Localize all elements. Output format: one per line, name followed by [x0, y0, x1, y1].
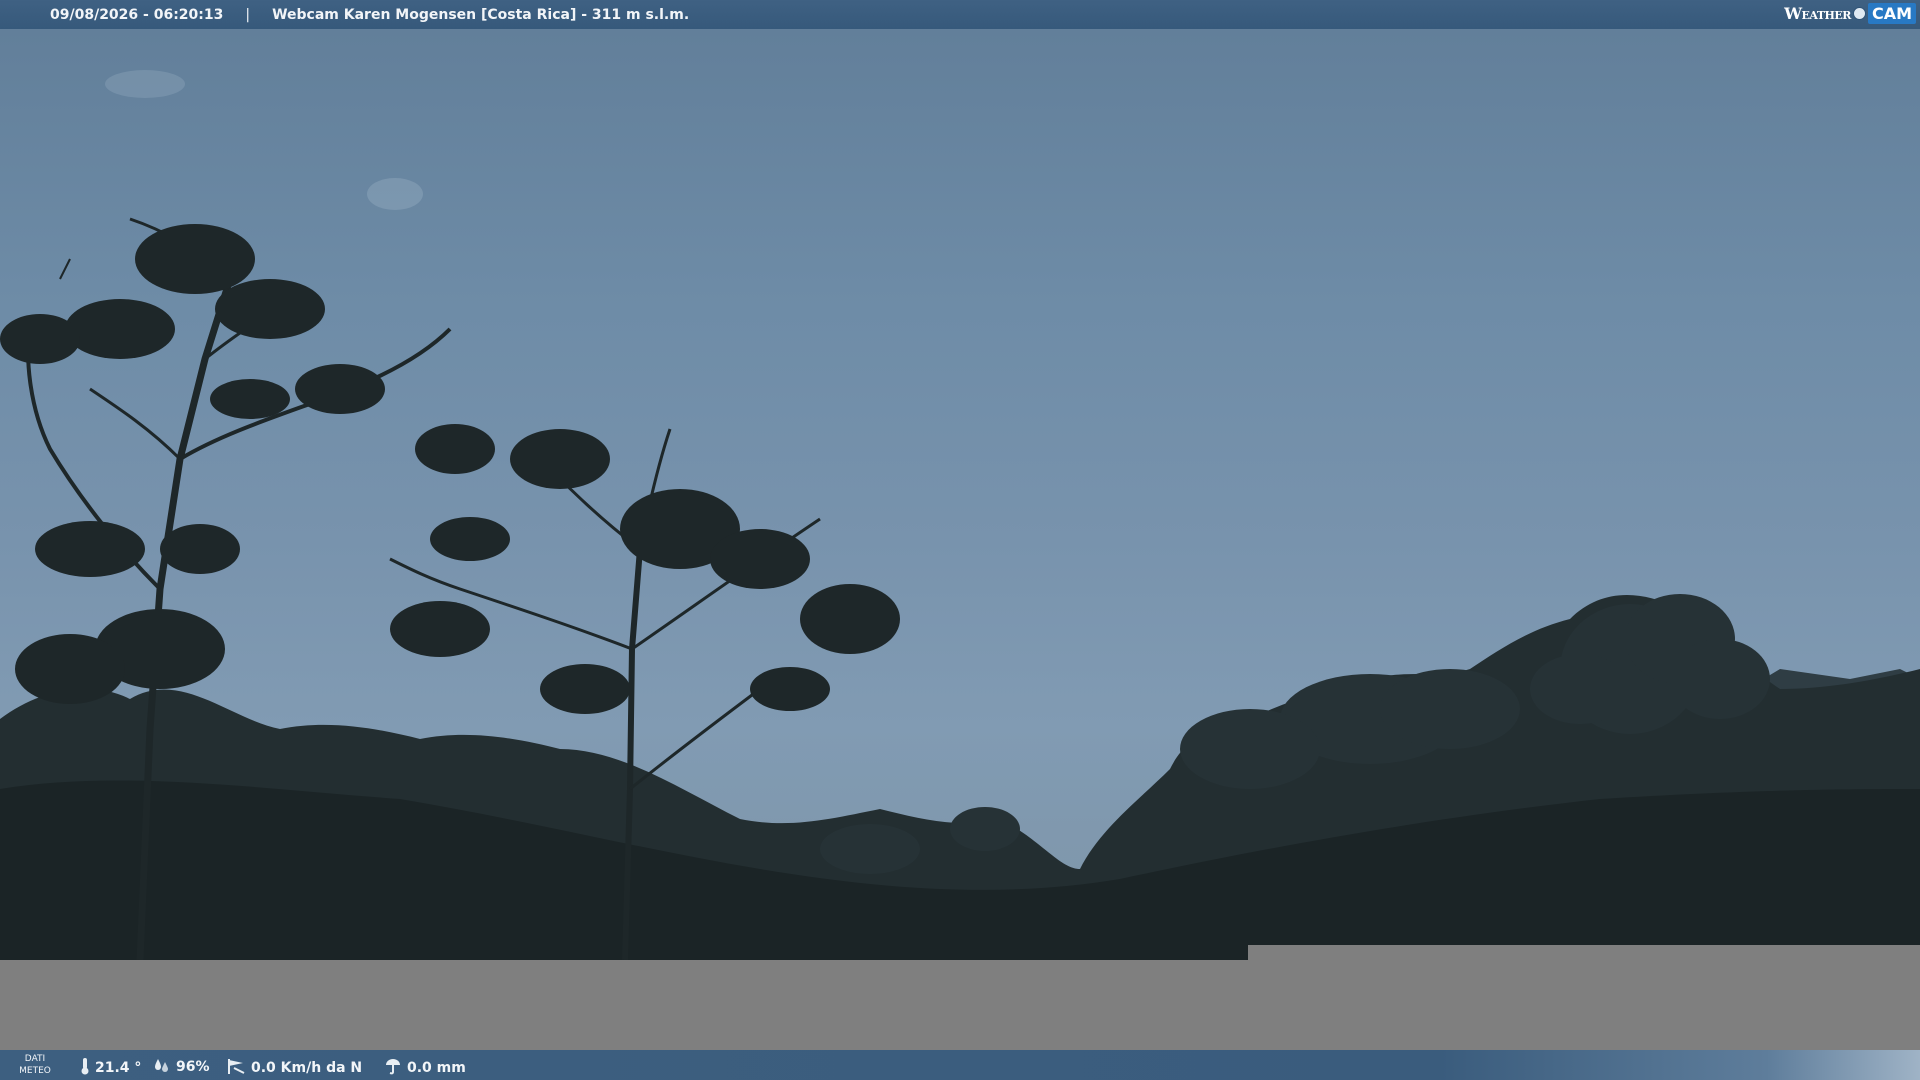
humidity-icon [153, 1057, 171, 1077]
header-bar: 09/08/2026 - 06:20:13 | Webcam Karen Mog… [0, 0, 1920, 29]
webcam-image [0, 29, 1920, 960]
weather-data-label-line1: DATI [24, 1054, 46, 1064]
timestamp: 09/08/2026 - 06:20:13 [50, 6, 224, 23]
humidity-reading: 96% [153, 1057, 210, 1077]
tree-right [1530, 594, 1770, 734]
weathercam-logo[interactable]: Weather CAM [1784, 0, 1920, 27]
webcam-frame: 09/08/2026 - 06:20:13 | Webcam Karen Mog… [0, 0, 1920, 1080]
cloud [105, 70, 185, 98]
humidity-value: 96% [176, 1059, 210, 1075]
cloud [367, 178, 423, 210]
grey-panel-notch [1248, 945, 1920, 960]
thermometer-icon [80, 1057, 90, 1079]
logo-dot-icon [1852, 7, 1866, 20]
rain-reading: 0.0 mm [384, 1057, 466, 1079]
temperature-value: 21.4 ° [95, 1060, 142, 1076]
weather-data-bar: DATI METEO 21.4 ° 96% 0.0 Km/h da N 0.0 … [0, 1050, 1920, 1080]
wind-value: 0.0 Km/h da N [251, 1060, 363, 1076]
logo-weather-text: Weather [1784, 4, 1851, 23]
landscape-illustration [0, 70, 1920, 960]
grey-panel [0, 960, 1920, 1050]
wind-icon [226, 1057, 246, 1079]
rain-value: 0.0 mm [407, 1060, 466, 1076]
header-separator: | [245, 6, 251, 23]
weather-data-label-line2: METEO [19, 1066, 51, 1076]
camera-title: Webcam Karen Mogensen [Costa Rica] - 311… [272, 6, 690, 23]
weather-data-label[interactable]: DATI METEO [18, 1053, 52, 1077]
rain-gauge-icon [384, 1057, 402, 1079]
wind-reading: 0.0 Km/h da N [226, 1057, 362, 1079]
temperature-reading: 21.4 ° [80, 1057, 141, 1079]
logo-cam-text: CAM [1867, 3, 1916, 24]
